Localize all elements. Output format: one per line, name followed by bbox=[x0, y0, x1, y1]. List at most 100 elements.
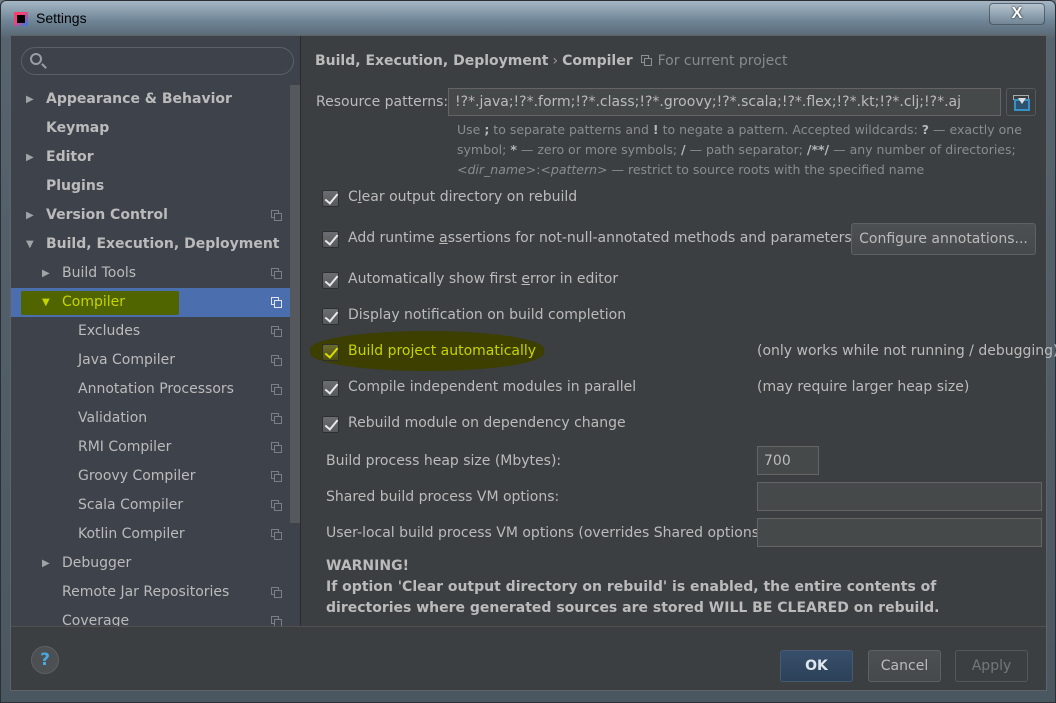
project-scope-icon bbox=[271, 442, 282, 453]
checkbox-checked[interactable] bbox=[322, 344, 339, 361]
collapsed-arrow-icon[interactable]: ▶ bbox=[42, 549, 50, 578]
project-scope-icon bbox=[271, 500, 282, 511]
project-scope-icon bbox=[271, 529, 282, 540]
sidebar-item-excludes[interactable]: Excludes bbox=[11, 317, 300, 346]
sidebar-item-build-tools[interactable]: ▶ Build Tools bbox=[11, 259, 300, 288]
project-scope-icon bbox=[271, 587, 282, 598]
sidebar-item-appearance-behavior[interactable]: ▶ Appearance & Behavior bbox=[11, 85, 300, 114]
sidebar-item-label: Version Control bbox=[46, 207, 168, 223]
shared-vm-options-input[interactable] bbox=[757, 482, 1042, 511]
sidebar-item-label: Keymap bbox=[46, 120, 110, 136]
project-scope-icon bbox=[271, 384, 282, 395]
sidebar-item-version-control[interactable]: ▶ Version Control bbox=[11, 201, 300, 230]
configure-annotations-button[interactable]: Configure annotations... bbox=[851, 223, 1036, 255]
project-scope-icon bbox=[271, 268, 282, 279]
checkbox-checked[interactable] bbox=[322, 231, 339, 248]
heap-size-input[interactable] bbox=[757, 446, 819, 475]
checkbox-checked[interactable] bbox=[322, 308, 339, 325]
sidebar-item-scala-compiler[interactable]: Scala Compiler bbox=[11, 491, 300, 520]
ok-button[interactable]: OK bbox=[780, 650, 853, 682]
sidebar-item-label: Debugger bbox=[62, 555, 132, 571]
user-vm-options-input[interactable] bbox=[757, 518, 1042, 547]
intellij-app-icon bbox=[14, 12, 28, 26]
sidebar-item-annotation-processors[interactable]: Annotation Processors bbox=[11, 375, 300, 404]
sidebar-item-label: Coverage bbox=[62, 613, 130, 626]
shared-vm-options-label: Shared build process VM options: bbox=[326, 489, 560, 505]
sidebar-item-label: Editor bbox=[46, 149, 94, 165]
sidebar-item-kotlin-compiler[interactable]: Kotlin Compiler bbox=[11, 520, 300, 549]
project-scope-icon bbox=[271, 616, 282, 626]
sidebar-item-label: Annotation Processors bbox=[78, 381, 234, 397]
sidebar-item-label: Plugins bbox=[46, 178, 105, 194]
breadcrumb: Build, Execution, Deployment › Compiler For… bbox=[315, 53, 787, 69]
checkbox-checked[interactable] bbox=[322, 272, 339, 289]
project-scope-icon bbox=[271, 471, 282, 482]
checkbox-checked[interactable] bbox=[322, 380, 339, 397]
sidebar-item-label: Kotlin Compiler bbox=[78, 526, 185, 542]
sidebar-item-coverage[interactable]: Coverage bbox=[11, 607, 300, 626]
project-scope-icon bbox=[271, 413, 282, 424]
expanded-arrow-icon[interactable]: ▼ bbox=[42, 288, 50, 317]
sidebar-item-label: Validation bbox=[78, 410, 148, 426]
expanded-arrow-icon[interactable]: ▼ bbox=[26, 230, 34, 259]
sidebar-item-label: Excludes bbox=[78, 323, 141, 339]
cancel-button[interactable]: Cancel bbox=[868, 650, 941, 682]
option-label: Clear output directory on rebuild bbox=[348, 189, 578, 205]
collapsed-arrow-icon[interactable]: ▶ bbox=[26, 143, 34, 172]
sidebar-item-label: RMI Compiler bbox=[78, 439, 172, 455]
warning-block: WARNING! If option 'Clear output directo… bbox=[326, 556, 1026, 619]
sidebar-item-build-execution-deployment[interactable]: ▼ Build, Execution, Deployment bbox=[11, 230, 300, 259]
sidebar-item-label: Build Tools bbox=[62, 265, 137, 281]
collapsed-arrow-icon[interactable]: ▶ bbox=[26, 201, 34, 230]
search-input[interactable] bbox=[50, 51, 285, 71]
sidebar-item-keymap[interactable]: Keymap bbox=[11, 114, 300, 143]
option-label: Add runtime assertions for not-null-anno… bbox=[348, 230, 852, 246]
sidebar-item-groovy-compiler[interactable]: Groovy Compiler bbox=[11, 462, 300, 491]
sidebar-item-label: Build, Execution, Deployment bbox=[46, 236, 280, 252]
option-label: Display notification on build completion bbox=[348, 307, 627, 323]
close-button[interactable]: X bbox=[989, 3, 1045, 25]
project-scope-icon bbox=[271, 326, 282, 337]
option-note: (may require larger heap size) bbox=[757, 379, 970, 395]
checkbox-checked[interactable] bbox=[322, 416, 339, 433]
settings-tree: ▶ Appearance & Behavior Keymap ▶ Editor Plugi… bbox=[11, 85, 300, 626]
sidebar-item-editor[interactable]: ▶ Editor bbox=[11, 143, 300, 172]
sidebar-item-label: Java Compiler bbox=[78, 352, 176, 368]
project-scope-icon bbox=[271, 355, 282, 366]
window-title: Settings bbox=[36, 10, 87, 26]
sidebar-item-label: Appearance & Behavior bbox=[46, 91, 232, 107]
search-icon bbox=[30, 53, 42, 65]
breadcrumb-parent: Build, Execution, Deployment bbox=[315, 53, 549, 69]
sidebar-item-debugger[interactable]: ▶ Debugger bbox=[11, 549, 300, 578]
sidebar-item-remote-jar-repositories[interactable]: Remote Jar Repositories bbox=[11, 578, 300, 607]
scope-label: For current project bbox=[657, 53, 788, 69]
help-button[interactable]: ? bbox=[31, 646, 59, 674]
sidebar-scrollbar[interactable] bbox=[290, 85, 300, 523]
resource-patterns-hint: Use ; to separate patterns and ! to nega… bbox=[457, 122, 1022, 177]
settings-search[interactable] bbox=[21, 47, 294, 75]
heap-size-label: Build process heap size (Mbytes): bbox=[326, 453, 562, 469]
sidebar-item-compiler[interactable]: ▼ Compiler bbox=[11, 288, 300, 317]
footer-divider bbox=[11, 626, 1046, 627]
dialog-body: ▶ Appearance & Behavior Keymap ▶ Editor Plugi… bbox=[10, 35, 1056, 691]
sidebar-item-label: Compiler bbox=[62, 294, 126, 310]
sidebar-item-validation[interactable]: Validation bbox=[11, 404, 300, 433]
collapsed-arrow-icon[interactable]: ▶ bbox=[42, 259, 50, 288]
checkbox-checked[interactable] bbox=[322, 190, 339, 207]
warning-text: If option 'Clear output directory on reb… bbox=[326, 579, 940, 616]
apply-button[interactable]: Apply bbox=[955, 650, 1028, 682]
sidebar-item-plugins[interactable]: Plugins bbox=[11, 172, 300, 201]
sidebar-item-label: Remote Jar Repositories bbox=[62, 584, 230, 600]
sidebar-item-label: Groovy Compiler bbox=[78, 468, 196, 484]
resource-patterns-label: Resource patterns: bbox=[316, 94, 449, 110]
project-scope-icon bbox=[271, 297, 282, 308]
breadcrumb-current: Compiler bbox=[562, 53, 633, 69]
import-patterns-button[interactable] bbox=[1006, 88, 1036, 116]
compiler-settings-panel: Build, Execution, Deployment › Compiler For… bbox=[302, 36, 1056, 626]
sidebar-item-java-compiler[interactable]: Java Compiler bbox=[11, 346, 300, 375]
project-scope-icon bbox=[271, 210, 282, 221]
option-label: Build project automatically bbox=[348, 343, 537, 359]
collapsed-arrow-icon[interactable]: ▶ bbox=[26, 85, 34, 114]
sidebar-item-rmi-compiler[interactable]: RMI Compiler bbox=[11, 433, 300, 462]
resource-patterns-input[interactable] bbox=[448, 88, 1001, 116]
